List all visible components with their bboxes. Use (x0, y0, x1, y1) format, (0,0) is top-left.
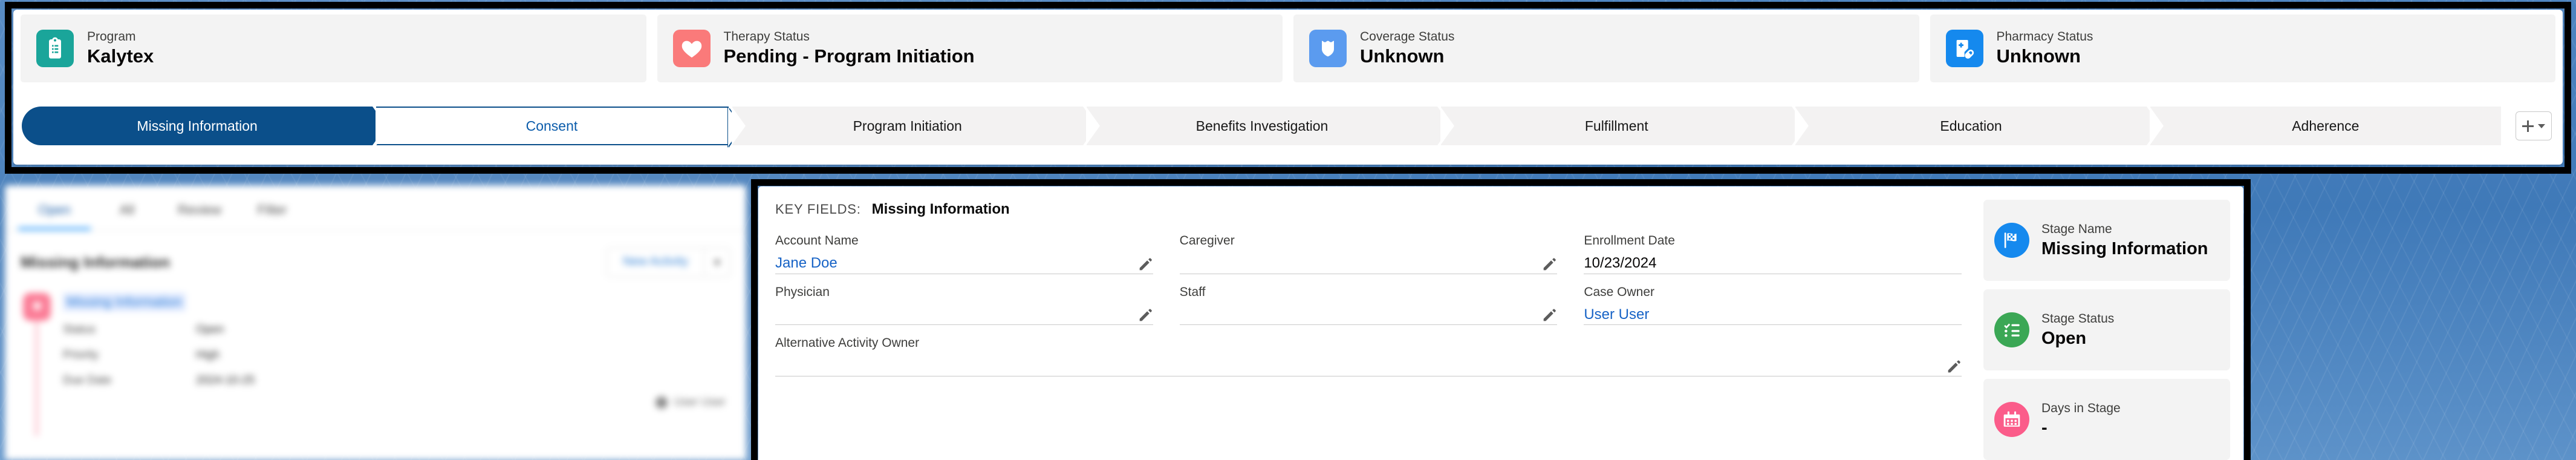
new-activity-button-group: New Activity ▾ (607, 248, 730, 277)
activity-header: Missing Information New Activity ▾ (5, 231, 746, 277)
stage-chip-label: Fulfillment (1584, 117, 1648, 134)
activity-meta-row: Priority High (63, 349, 730, 362)
new-activity-caret-button[interactable]: ▾ (703, 248, 730, 277)
stage-chip-label: Benefits Investigation (1195, 117, 1329, 134)
tab-all[interactable]: All (91, 196, 163, 230)
stage-chip-label: Consent (525, 117, 578, 134)
new-activity-button[interactable]: New Activity (607, 248, 704, 277)
stage-chip-label: Missing Information (137, 117, 258, 134)
timeline-stem (35, 321, 38, 436)
avatar (655, 396, 668, 409)
activity-marker-icon (23, 293, 51, 436)
annotation-frame-key-fields (751, 179, 2251, 460)
screenshot-root: Program Kalytex Therapy Status Pending -… (0, 0, 2576, 460)
activity-body: Missing Information Status Open Priority… (63, 293, 730, 387)
meta-key: Priority (63, 349, 99, 361)
activity-owner: User User (5, 387, 746, 409)
tab-review[interactable]: Review (163, 196, 236, 230)
activity-meta-row: Status Open (63, 323, 730, 337)
activity-list-item[interactable]: Missing Information Status Open Priority… (5, 277, 746, 436)
meta-value: Open (196, 323, 224, 336)
activity-timeline-panel: Open All Review Filter Missing Informati… (5, 185, 746, 460)
activity-meta-row: Due Date 2024-10-25 (63, 374, 730, 387)
meta-value: High (196, 349, 220, 361)
annotation-frame-header (5, 2, 2571, 174)
meta-key: Status (63, 323, 96, 336)
tab-filter[interactable]: Filter (236, 196, 308, 230)
meta-value: 2024-10-25 (196, 374, 255, 387)
activity-tabs: Open All Review Filter (5, 185, 746, 230)
activity-title: Missing Information (21, 253, 170, 271)
stage-chip-label: Education (1940, 117, 2002, 134)
activity-owner-label: User User (674, 396, 726, 409)
activity-link[interactable]: Missing Information (63, 293, 186, 311)
meta-key: Due Date (63, 374, 112, 387)
tab-open[interactable]: Open (18, 196, 91, 230)
stage-chip-label: Adherence (2292, 117, 2360, 134)
stage-chip-label: Program Initiation (853, 117, 962, 134)
